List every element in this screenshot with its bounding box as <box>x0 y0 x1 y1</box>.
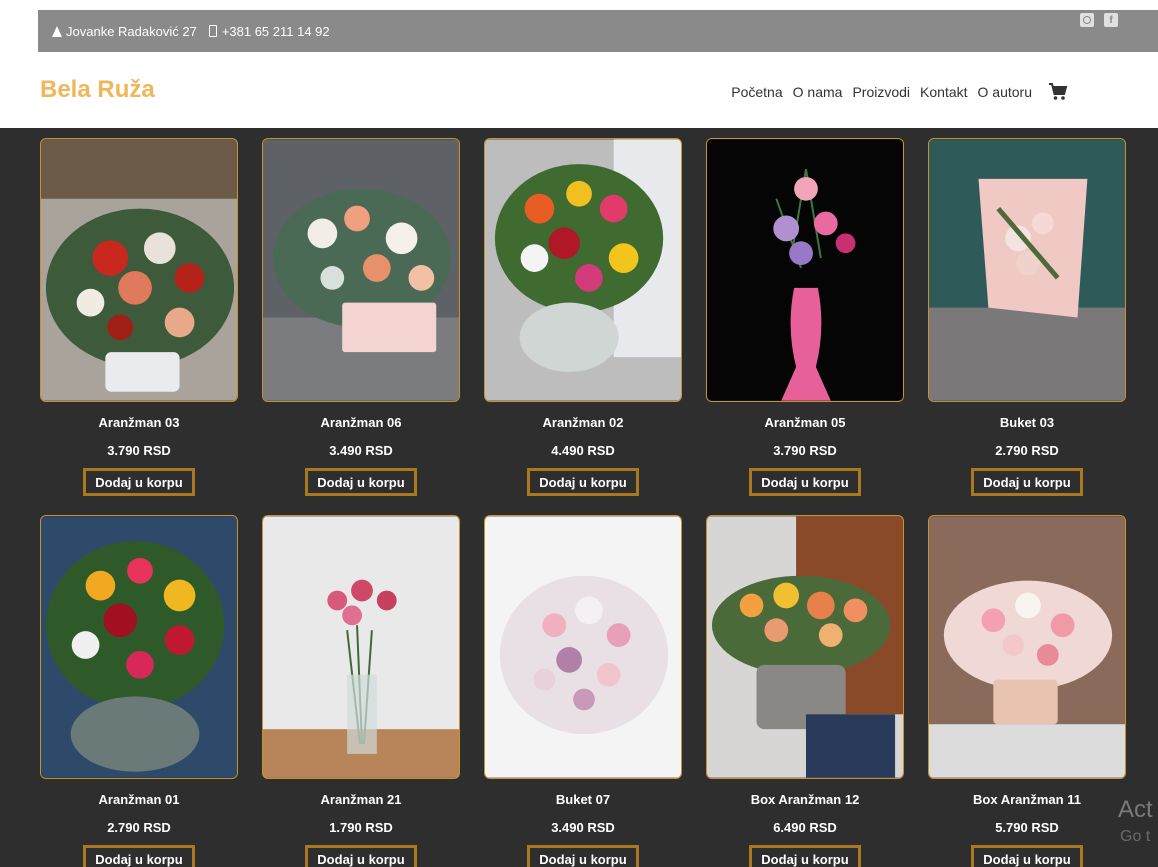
social-links: f <box>1080 13 1118 27</box>
product-image[interactable] <box>40 138 238 402</box>
product-image[interactable] <box>40 515 238 779</box>
product-card: Buket 07 3.490 RSD Dodaj u korpu <box>484 515 682 867</box>
nav-about[interactable]: O nama <box>793 84 843 100</box>
product-card: Aranžman 05 3.790 RSD Dodaj u korpu <box>706 138 904 496</box>
product-name: Buket 07 <box>555 792 611 807</box>
facebook-icon[interactable]: f <box>1104 13 1118 27</box>
product-image[interactable] <box>262 138 460 402</box>
windows-activation-title: Act <box>1118 796 1153 823</box>
product-price: 6.490 RSD <box>773 820 837 835</box>
add-to-cart-button[interactable]: Dodaj u korpu <box>971 468 1083 496</box>
add-to-cart-button[interactable]: Dodaj u korpu <box>305 468 417 496</box>
product-card: Aranžman 21 1.790 RSD Dodaj u korpu <box>262 515 460 867</box>
site-header: Bela Ruža Početna O nama Proizvodi Konta… <box>0 52 1158 128</box>
product-image[interactable] <box>262 515 460 779</box>
product-image[interactable] <box>484 515 682 779</box>
top-info-bar: Jovanke Radaković 27 +381 65 211 14 92 f <box>0 0 1158 52</box>
product-price: 3.790 RSD <box>773 443 837 458</box>
product-card: Aranžman 01 2.790 RSD Dodaj u korpu <box>40 515 238 867</box>
phone-text: +381 65 211 14 92 <box>221 23 330 39</box>
add-to-cart-button[interactable]: Dodaj u korpu <box>749 468 861 496</box>
top-info-strip: Jovanke Radaković 27 +381 65 211 14 92 <box>38 10 1158 52</box>
product-card: Aranžman 02 4.490 RSD Dodaj u korpu <box>484 138 682 496</box>
nav-products[interactable]: Proizvodi <box>852 84 910 100</box>
product-name: Aranžman 03 <box>98 415 180 430</box>
product-image[interactable] <box>484 138 682 402</box>
product-image[interactable] <box>706 138 904 402</box>
add-to-cart-button[interactable]: Dodaj u korpu <box>749 845 861 867</box>
product-price: 2.790 RSD <box>107 820 171 835</box>
add-to-cart-button[interactable]: Dodaj u korpu <box>527 845 639 867</box>
product-card: Box Aranžman 11 5.790 RSD Dodaj u korpu <box>928 515 1126 867</box>
nav-home[interactable]: Početna <box>731 84 782 100</box>
product-price: 1.790 RSD <box>329 820 393 835</box>
product-price: 3.490 RSD <box>329 443 393 458</box>
cart-icon[interactable] <box>1048 82 1068 102</box>
product-image[interactable] <box>928 515 1126 779</box>
product-image[interactable] <box>706 515 904 779</box>
add-to-cart-button[interactable]: Dodaj u korpu <box>527 468 639 496</box>
nav-contact[interactable]: Kontakt <box>920 84 967 100</box>
product-name: Aranžman 21 <box>320 792 402 807</box>
nav-author[interactable]: O autoru <box>978 84 1032 100</box>
product-price: 2.790 RSD <box>995 443 1059 458</box>
product-price: 5.790 RSD <box>995 820 1059 835</box>
location-icon <box>52 25 62 37</box>
product-card: Aranžman 06 3.490 RSD Dodaj u korpu <box>262 138 460 496</box>
address-text: Jovanke Radaković 27 <box>66 23 197 39</box>
phone-icon <box>208 25 217 37</box>
product-name: Aranžman 02 <box>542 415 624 430</box>
product-name: Aranžman 05 <box>764 415 846 430</box>
product-name: Aranžman 01 <box>98 792 180 807</box>
product-card: Buket 03 2.790 RSD Dodaj u korpu <box>928 138 1126 496</box>
product-image[interactable] <box>928 138 1126 402</box>
instagram-icon[interactable] <box>1080 13 1094 27</box>
add-to-cart-button[interactable]: Dodaj u korpu <box>83 468 195 496</box>
product-card: Box Aranžman 12 6.490 RSD Dodaj u korpu <box>706 515 904 867</box>
product-name: Box Aranžman 11 <box>973 792 1081 807</box>
windows-activation-subtitle: Go t <box>1120 828 1151 845</box>
product-name: Aranžman 06 <box>320 415 402 430</box>
add-to-cart-button[interactable]: Dodaj u korpu <box>305 845 417 867</box>
main-nav: Početna O nama Proizvodi Kontakt O autor… <box>731 84 1032 100</box>
product-name: Box Aranžman 12 <box>750 792 860 807</box>
logo[interactable]: Bela Ruža <box>40 76 155 104</box>
add-to-cart-button[interactable]: Dodaj u korpu <box>971 845 1083 867</box>
add-to-cart-button[interactable]: Dodaj u korpu <box>83 845 195 867</box>
product-price: 4.490 RSD <box>551 443 615 458</box>
product-price: 3.790 RSD <box>107 443 171 458</box>
phone: +381 65 211 14 92 <box>208 23 330 39</box>
address: Jovanke Radaković 27 <box>52 24 197 39</box>
product-price: 3.490 RSD <box>551 820 615 835</box>
product-name: Buket 03 <box>999 415 1055 430</box>
product-card: Aranžman 03 3.790 RSD Dodaj u korpu <box>40 138 238 496</box>
